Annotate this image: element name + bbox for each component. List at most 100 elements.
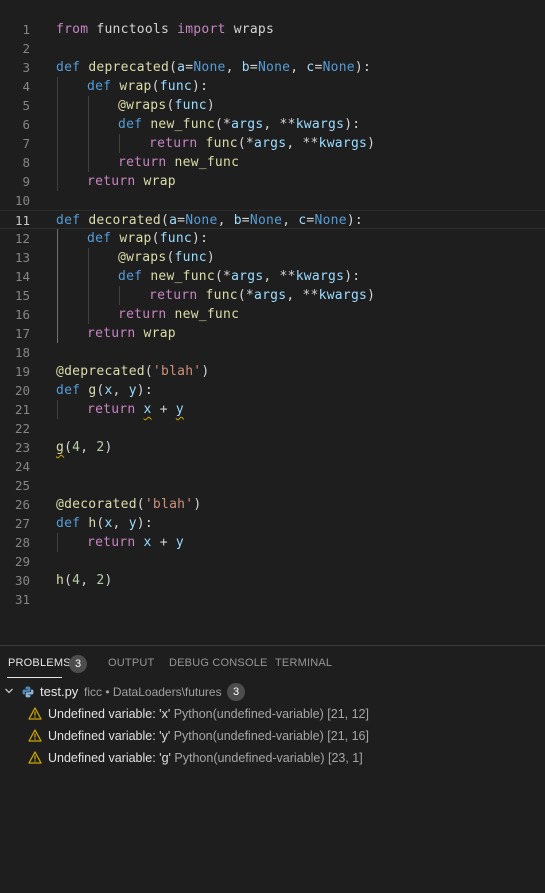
- code-token: +: [151, 402, 176, 417]
- problem-message: Undefined variable: 'g': [48, 751, 171, 765]
- code-line[interactable]: 30 h(4, 2): [0, 571, 545, 590]
- code-text: return x + y: [87, 533, 184, 552]
- code-line[interactable]: 2: [0, 39, 545, 58]
- indent-guide: [88, 248, 89, 324]
- problem-location: [21, 12]: [327, 707, 369, 721]
- code-line[interactable]: 26 @decorated('blah'): [0, 495, 545, 514]
- problems-panel: PROBLEMS 3 OUTPUT DEBUG CONSOLE TERMINAL…: [0, 645, 545, 893]
- code-token: ): [206, 98, 215, 113]
- code-editor[interactable]: 1 from functools import wraps 2 3 def deprec…: [0, 0, 545, 645]
- problem-file-name: test.py: [40, 684, 79, 699]
- code-token: ): [367, 288, 376, 303]
- line-number: 19: [14, 364, 30, 379]
- code-line[interactable]: 9 return wrap: [0, 172, 545, 191]
- code-token: (*: [237, 288, 255, 303]
- problem-text: Undefined variable: 'x' Python(undefined…: [48, 707, 369, 721]
- code-line[interactable]: 24: [0, 457, 545, 476]
- code-token: kwargs: [318, 136, 368, 151]
- code-token: ,: [112, 383, 129, 398]
- line-number: 17: [14, 326, 30, 341]
- line-number: 30: [14, 573, 30, 588]
- code-token: (*: [214, 117, 232, 132]
- code-line[interactable]: 20 def g(x, y):: [0, 381, 545, 400]
- code-line[interactable]: 14 def new_func(*args, **kwargs):: [0, 267, 545, 286]
- code-token: def: [56, 60, 81, 75]
- code-token: ,: [217, 213, 234, 228]
- chevron-down-icon[interactable]: [4, 686, 14, 696]
- code-line[interactable]: 29: [0, 552, 545, 571]
- indent-guide: [57, 77, 58, 191]
- code-token: b: [233, 213, 242, 228]
- code-token: func: [205, 136, 238, 151]
- code-line[interactable]: 1 from functools import wraps: [0, 20, 545, 39]
- code-token: (*: [237, 136, 255, 151]
- code-line[interactable]: 3 def deprecated(a=None, b=None, c=None):: [0, 58, 545, 77]
- code-token: ):: [346, 213, 363, 228]
- code-text: g(4, 2): [56, 438, 113, 457]
- code-token: ,: [80, 573, 97, 588]
- code-line[interactable]: 17 return wrap: [0, 324, 545, 343]
- code-line[interactable]: 27 def h(x, y):: [0, 514, 545, 533]
- code-line[interactable]: 6 def new_func(*args, **kwargs):: [0, 115, 545, 134]
- code-text: @deprecated('blah'): [56, 362, 209, 381]
- code-line[interactable]: 16 return new_func: [0, 305, 545, 324]
- code-token: (: [169, 60, 178, 75]
- code-token: return: [87, 174, 136, 189]
- code-token: ): [367, 136, 376, 151]
- code-text: def h(x, y):: [56, 514, 153, 533]
- code-token: ,: [112, 516, 129, 531]
- problem-item[interactable]: Undefined variable: 'x' Python(undefined…: [0, 704, 545, 726]
- code-token: func: [174, 98, 207, 113]
- code-token: args: [231, 117, 264, 132]
- code-line[interactable]: 15 return func(*args, **kwargs): [0, 286, 545, 305]
- code-text: return wrap: [87, 172, 176, 191]
- code-token: ):: [192, 231, 209, 246]
- line-number: 2: [22, 41, 30, 56]
- code-token: , **: [263, 117, 296, 132]
- code-line[interactable]: 11 def decorated(a=None, b=None, c=None):: [0, 210, 545, 229]
- warning-token: g: [56, 440, 65, 455]
- code-line[interactable]: 10: [0, 191, 545, 210]
- code-token: from: [56, 22, 89, 37]
- code-line[interactable]: 7 return func(*args, **kwargs): [0, 134, 545, 153]
- code-text: return func(*args, **kwargs): [149, 286, 375, 305]
- code-line[interactable]: 12 def wrap(func):: [0, 229, 545, 248]
- problem-item[interactable]: Undefined variable: 'y' Python(undefined…: [0, 726, 545, 748]
- code-line[interactable]: 25: [0, 476, 545, 495]
- line-number: 7: [22, 136, 30, 151]
- code-line[interactable]: 13 @wraps(func): [0, 248, 545, 267]
- problem-item[interactable]: Undefined variable: 'g' Python(undefined…: [0, 748, 545, 770]
- warning-icon: [28, 707, 42, 720]
- line-number: 4: [22, 79, 30, 94]
- code-token: c: [306, 60, 315, 75]
- active-tab-indicator: [7, 677, 62, 678]
- code-line[interactable]: 28 return x + y: [0, 533, 545, 552]
- code-line[interactable]: 18: [0, 343, 545, 362]
- code-token: None: [193, 60, 226, 75]
- code-token: wrap: [119, 79, 152, 94]
- problem-text: Undefined variable: 'y' Python(undefined…: [48, 729, 369, 743]
- problem-source: Python(undefined-variable): [174, 751, 325, 765]
- code-token: def: [87, 231, 112, 246]
- code-line[interactable]: 5 @wraps(func): [0, 96, 545, 115]
- code-line[interactable]: 22: [0, 419, 545, 438]
- code-text: def deprecated(a=None, b=None, c=None):: [56, 58, 371, 77]
- problems-file-row[interactable]: test.py ficc • DataLoaders\futures 3: [0, 682, 545, 704]
- tab-terminal[interactable]: TERMINAL: [275, 657, 332, 669]
- line-number: 15: [14, 288, 30, 303]
- code-line[interactable]: 21 return x + y: [0, 400, 545, 419]
- line-number: 10: [14, 193, 30, 208]
- code-token: @wraps: [118, 98, 167, 113]
- tab-debug-console[interactable]: DEBUG CONSOLE: [169, 657, 268, 669]
- problems-count-badge: 3: [69, 655, 87, 673]
- tab-problems[interactable]: PROBLEMS: [8, 657, 71, 669]
- code-line[interactable]: 8 return new_func: [0, 153, 545, 172]
- tab-output[interactable]: OUTPUT: [108, 657, 154, 669]
- code-line[interactable]: 4 def wrap(func):: [0, 77, 545, 96]
- code-line[interactable]: 19 @deprecated('blah'): [0, 362, 545, 381]
- code-line[interactable]: 31: [0, 590, 545, 609]
- code-line[interactable]: 23 g(4, 2): [0, 438, 545, 457]
